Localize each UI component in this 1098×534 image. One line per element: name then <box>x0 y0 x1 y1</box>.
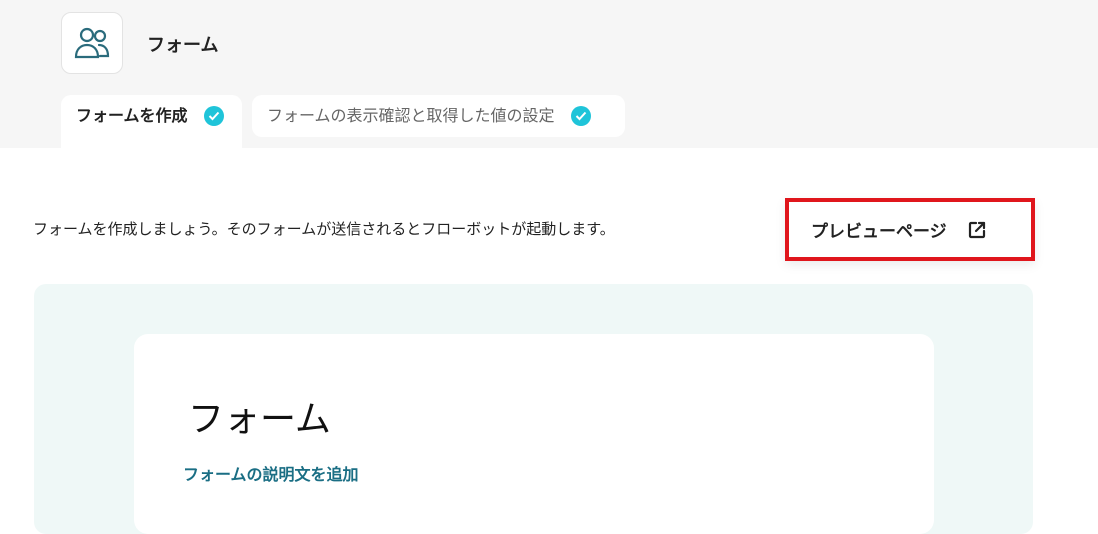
preview-button-label: プレビューページ <box>811 222 947 242</box>
users-icon <box>74 27 110 59</box>
intro-text: フォームを作成しましょう。そのフォームが送信されるとフローボットが起動します。 <box>33 220 615 238</box>
app-icon <box>61 12 123 74</box>
add-description-link[interactable]: フォームの説明文を追加 <box>183 461 359 485</box>
tab-preview-settings[interactable]: フォームの表示確認と取得した値の設定 <box>252 95 625 137</box>
app-title: フォーム <box>147 35 219 56</box>
form-title[interactable]: フォーム <box>188 390 331 442</box>
preview-page-button[interactable]: プレビューページ <box>785 198 1035 261</box>
check-icon <box>203 106 224 126</box>
tab-create-form[interactable]: フォームを作成 <box>61 95 242 148</box>
tab-label: フォームを作成 <box>76 106 188 125</box>
external-link-icon <box>967 220 987 240</box>
tab-label: フォームの表示確認と取得した値の設定 <box>267 106 555 125</box>
check-icon <box>570 106 591 126</box>
header: フォーム フォームを作成 フォームの表示確認と取得した値の設定 <box>0 0 1098 148</box>
